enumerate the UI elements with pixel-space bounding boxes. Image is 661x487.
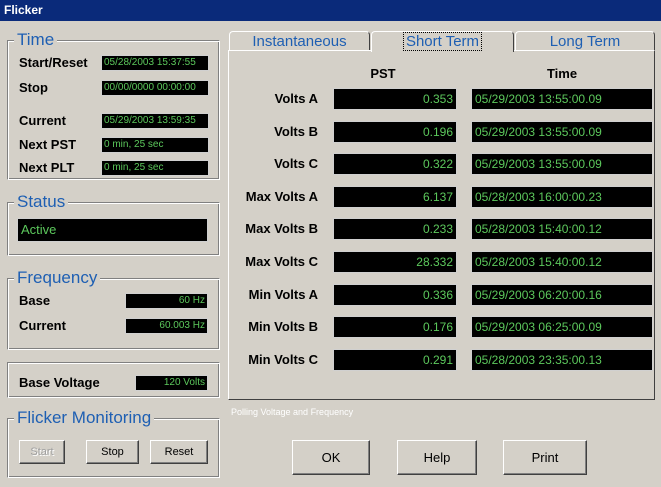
pst-time-value: 05/29/2003 06:25:00.09 bbox=[471, 316, 653, 338]
row-label: Max Volts C bbox=[245, 254, 318, 269]
current-time-value: 05/29/2003 13:59:35 bbox=[101, 113, 209, 129]
base-frequency-value: 60 Hz bbox=[125, 293, 208, 309]
pst-time-value: 05/28/2003 15:40:00.12 bbox=[471, 251, 653, 273]
next-pst-value: 0 min, 25 sec bbox=[101, 137, 209, 153]
pst-value: 0.233 bbox=[333, 218, 457, 240]
start-reset-label: Start/Reset bbox=[19, 55, 88, 70]
base-voltage-value: 120 Volts bbox=[135, 375, 208, 391]
row-label: Min Volts A bbox=[248, 287, 318, 302]
start-button[interactable]: Start bbox=[19, 440, 65, 464]
tab-long-term-label: Long Term bbox=[549, 33, 621, 50]
pst-time-value: 05/28/2003 23:35:00.13 bbox=[471, 349, 653, 371]
window-title: Flicker bbox=[0, 0, 661, 21]
pst-value: 0.176 bbox=[333, 316, 457, 338]
pst-value: 6.137 bbox=[333, 186, 457, 208]
start-reset-value: 05/28/2003 15:37:55 bbox=[101, 55, 209, 71]
status-group-title: Status bbox=[14, 191, 69, 213]
row-label: Min Volts B bbox=[248, 319, 318, 334]
tab-long-term[interactable]: Long Term bbox=[515, 31, 655, 51]
frequency-group-title: Frequency bbox=[14, 267, 101, 289]
status-bar-text: Polling Voltage and Frequency bbox=[231, 407, 354, 417]
tab-short-term[interactable]: Short Term bbox=[371, 31, 514, 52]
row-label: Max Volts B bbox=[245, 221, 318, 236]
base-frequency-label: Base bbox=[19, 293, 51, 308]
tab-instantaneous-label: Instantaneous bbox=[252, 33, 347, 50]
row-label: Min Volts C bbox=[248, 352, 318, 367]
pst-value: 0.291 bbox=[333, 349, 457, 371]
row-label: Volts B bbox=[274, 124, 318, 139]
pst-time-value: 05/29/2003 06:20:00.16 bbox=[471, 284, 653, 306]
pst-time-value: 05/29/2003 13:55:00.09 bbox=[471, 88, 653, 110]
pst-column-header: PST bbox=[370, 66, 396, 81]
print-button[interactable]: Print bbox=[503, 440, 587, 475]
next-plt-value: 0 min, 25 sec bbox=[101, 160, 209, 176]
time-column-header: Time bbox=[546, 66, 578, 81]
next-pst-label: Next PST bbox=[19, 137, 77, 152]
row-label: Volts C bbox=[274, 156, 318, 171]
pst-value: 0.353 bbox=[333, 88, 457, 110]
pst-time-value: 05/29/2003 13:55:00.09 bbox=[471, 153, 653, 175]
pst-value: 0.322 bbox=[333, 153, 457, 175]
row-label: Max Volts A bbox=[245, 189, 318, 204]
help-button[interactable]: Help bbox=[397, 440, 477, 475]
pst-time-value: 05/28/2003 16:00:00.23 bbox=[471, 186, 653, 208]
time-group-title: Time bbox=[14, 29, 58, 51]
base-voltage-label: Base Voltage bbox=[19, 375, 100, 390]
tab-instantaneous[interactable]: Instantaneous bbox=[229, 31, 370, 51]
pst-time-value: 05/29/2003 13:55:00.09 bbox=[471, 121, 653, 143]
tab-short-term-label: Short Term bbox=[402, 32, 483, 51]
pst-value: 0.196 bbox=[333, 121, 457, 143]
next-plt-label: Next PLT bbox=[19, 160, 75, 175]
status-value: Active bbox=[17, 218, 208, 242]
frequency-group: Frequency bbox=[7, 267, 220, 350]
current-frequency-label: Current bbox=[19, 318, 66, 333]
row-label: Volts A bbox=[274, 91, 318, 106]
stop-value: 00/00/0000 00:00:00 bbox=[101, 80, 209, 96]
stop-label: Stop bbox=[19, 80, 48, 95]
current-frequency-value: 60.003 Hz bbox=[125, 318, 208, 334]
pst-value: 28.332 bbox=[333, 251, 457, 273]
current-time-label: Current bbox=[19, 113, 66, 128]
flicker-monitoring-title: Flicker Monitoring bbox=[14, 407, 155, 429]
ok-button[interactable]: OK bbox=[292, 440, 370, 475]
pst-time-value: 05/28/2003 15:40:00.12 bbox=[471, 218, 653, 240]
stop-button[interactable]: Stop bbox=[86, 440, 139, 464]
pst-value: 0.336 bbox=[333, 284, 457, 306]
reset-button[interactable]: Reset bbox=[150, 440, 208, 464]
